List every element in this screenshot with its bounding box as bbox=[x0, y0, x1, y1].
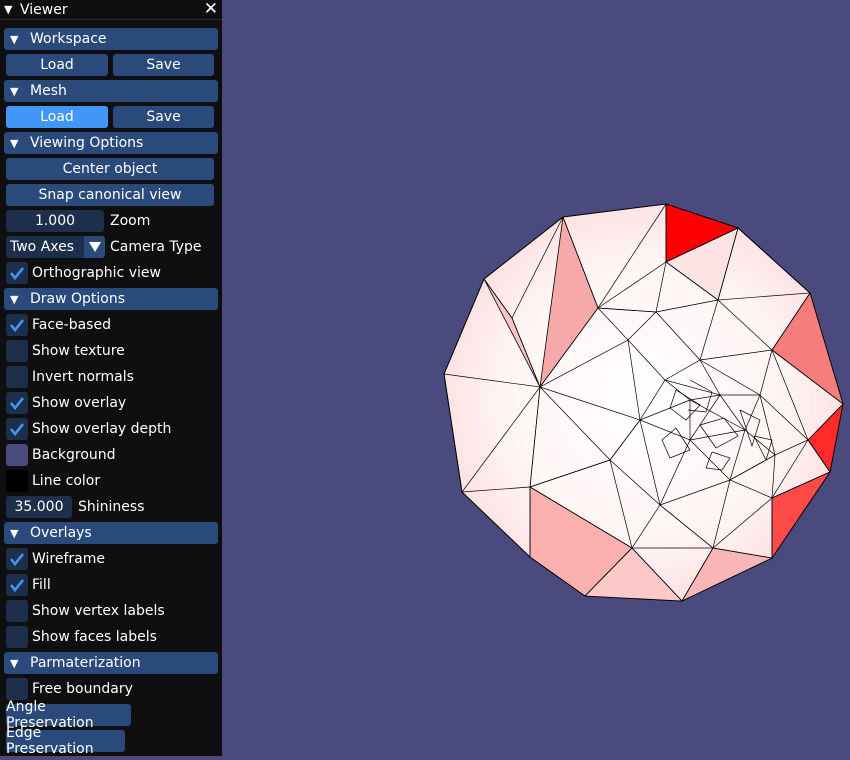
show-texture-checkbox[interactable] bbox=[6, 340, 28, 362]
section-label: Parmaterization bbox=[30, 655, 141, 671]
mesh-save-button[interactable]: Save bbox=[113, 106, 214, 128]
chevron-down-icon[interactable] bbox=[84, 236, 105, 258]
face-based-checkbox[interactable] bbox=[6, 314, 28, 336]
checkmark-icon bbox=[9, 397, 25, 411]
invert-normals-checkbox[interactable] bbox=[6, 366, 28, 388]
fill-checkbox[interactable] bbox=[6, 574, 28, 596]
checkmark-icon bbox=[9, 319, 25, 333]
collapse-triangle-icon: ▼ bbox=[10, 292, 19, 306]
collapse-triangle-icon[interactable]: ▼ bbox=[4, 3, 18, 16]
line-color-swatch[interactable] bbox=[6, 470, 28, 492]
collapse-triangle-icon: ▼ bbox=[10, 32, 19, 46]
checkmark-icon bbox=[9, 267, 25, 281]
section-label: Workspace bbox=[30, 31, 107, 47]
camera-type-label: Camera Type bbox=[110, 239, 202, 255]
checkmark-icon bbox=[9, 553, 25, 567]
collapse-triangle-icon: ▼ bbox=[10, 526, 19, 540]
viewer-panel: ▼ Viewer ✕ ▼ Workspace Load Save ▼ Mesh … bbox=[0, 0, 222, 757]
background-label: Background bbox=[32, 447, 116, 463]
show-overlay-depth-checkbox[interactable] bbox=[6, 418, 28, 440]
section-header-mesh[interactable]: ▼ Mesh bbox=[4, 80, 218, 102]
edge-preservation-button[interactable]: Edge Preservation bbox=[6, 725, 125, 757]
section-header-parmaterization[interactable]: ▼ Parmaterization bbox=[4, 652, 218, 674]
workspace-save-button[interactable]: Save bbox=[113, 54, 214, 76]
orthographic-view-label: Orthographic view bbox=[32, 265, 161, 281]
free-boundary-label: Free boundary bbox=[32, 681, 133, 697]
background-color-swatch[interactable] bbox=[6, 444, 28, 466]
show-overlay-checkbox[interactable] bbox=[6, 392, 28, 414]
collapse-triangle-icon: ▼ bbox=[10, 136, 19, 150]
shininess-input[interactable]: 35.000 bbox=[6, 496, 72, 518]
section-header-workspace[interactable]: ▼ Workspace bbox=[4, 28, 218, 50]
section-header-overlays[interactable]: ▼ Overlays bbox=[4, 522, 218, 544]
zoom-input[interactable]: 1.000 bbox=[6, 210, 104, 232]
zoom-label: Zoom bbox=[110, 213, 151, 229]
mesh-render bbox=[443, 203, 844, 602]
show-vertex-labels-label: Show vertex labels bbox=[32, 603, 165, 619]
window-titlebar[interactable]: ▼ Viewer ✕ bbox=[0, 0, 222, 20]
close-icon[interactable]: ✕ bbox=[204, 0, 218, 18]
show-faces-labels-label: Show faces labels bbox=[32, 629, 157, 645]
window-title: Viewer bbox=[20, 1, 68, 18]
mesh-load-button[interactable]: Load bbox=[6, 106, 108, 128]
checkmark-icon bbox=[9, 579, 25, 593]
snap-canonical-view-button[interactable]: Snap canonical view bbox=[6, 184, 214, 206]
section-header-draw-options[interactable]: ▼ Draw Options bbox=[4, 288, 218, 310]
free-boundary-checkbox[interactable] bbox=[6, 678, 28, 700]
face-based-label: Face-based bbox=[32, 317, 111, 333]
section-label: Viewing Options bbox=[30, 135, 144, 151]
fill-label: Fill bbox=[32, 577, 51, 593]
workspace-load-button[interactable]: Load bbox=[6, 54, 108, 76]
show-overlay-label: Show overlay bbox=[32, 395, 127, 411]
checkmark-icon bbox=[9, 423, 25, 437]
center-object-button[interactable]: Center object bbox=[6, 158, 214, 180]
show-vertex-labels-checkbox[interactable] bbox=[6, 600, 28, 622]
invert-normals-label: Invert normals bbox=[32, 369, 134, 385]
section-label: Draw Options bbox=[30, 291, 126, 307]
line-color-label: Line color bbox=[32, 473, 101, 489]
orthographic-view-checkbox[interactable] bbox=[6, 262, 28, 284]
show-overlay-depth-label: Show overlay depth bbox=[32, 421, 172, 437]
wireframe-label: Wireframe bbox=[32, 551, 106, 567]
camera-type-select[interactable]: Two Axes bbox=[6, 236, 88, 258]
collapse-triangle-icon: ▼ bbox=[10, 84, 19, 98]
shininess-label: Shininess bbox=[78, 499, 145, 515]
angle-preservation-button[interactable]: Angle Preservation bbox=[6, 699, 131, 731]
section-header-viewing-options[interactable]: ▼ Viewing Options bbox=[4, 132, 218, 154]
show-faces-labels-checkbox[interactable] bbox=[6, 626, 28, 648]
3d-viewport[interactable] bbox=[222, 0, 850, 756]
section-label: Mesh bbox=[30, 83, 67, 99]
show-texture-label: Show texture bbox=[32, 343, 125, 359]
section-label: Overlays bbox=[30, 525, 92, 541]
wireframe-checkbox[interactable] bbox=[6, 548, 28, 570]
collapse-triangle-icon: ▼ bbox=[10, 656, 19, 670]
